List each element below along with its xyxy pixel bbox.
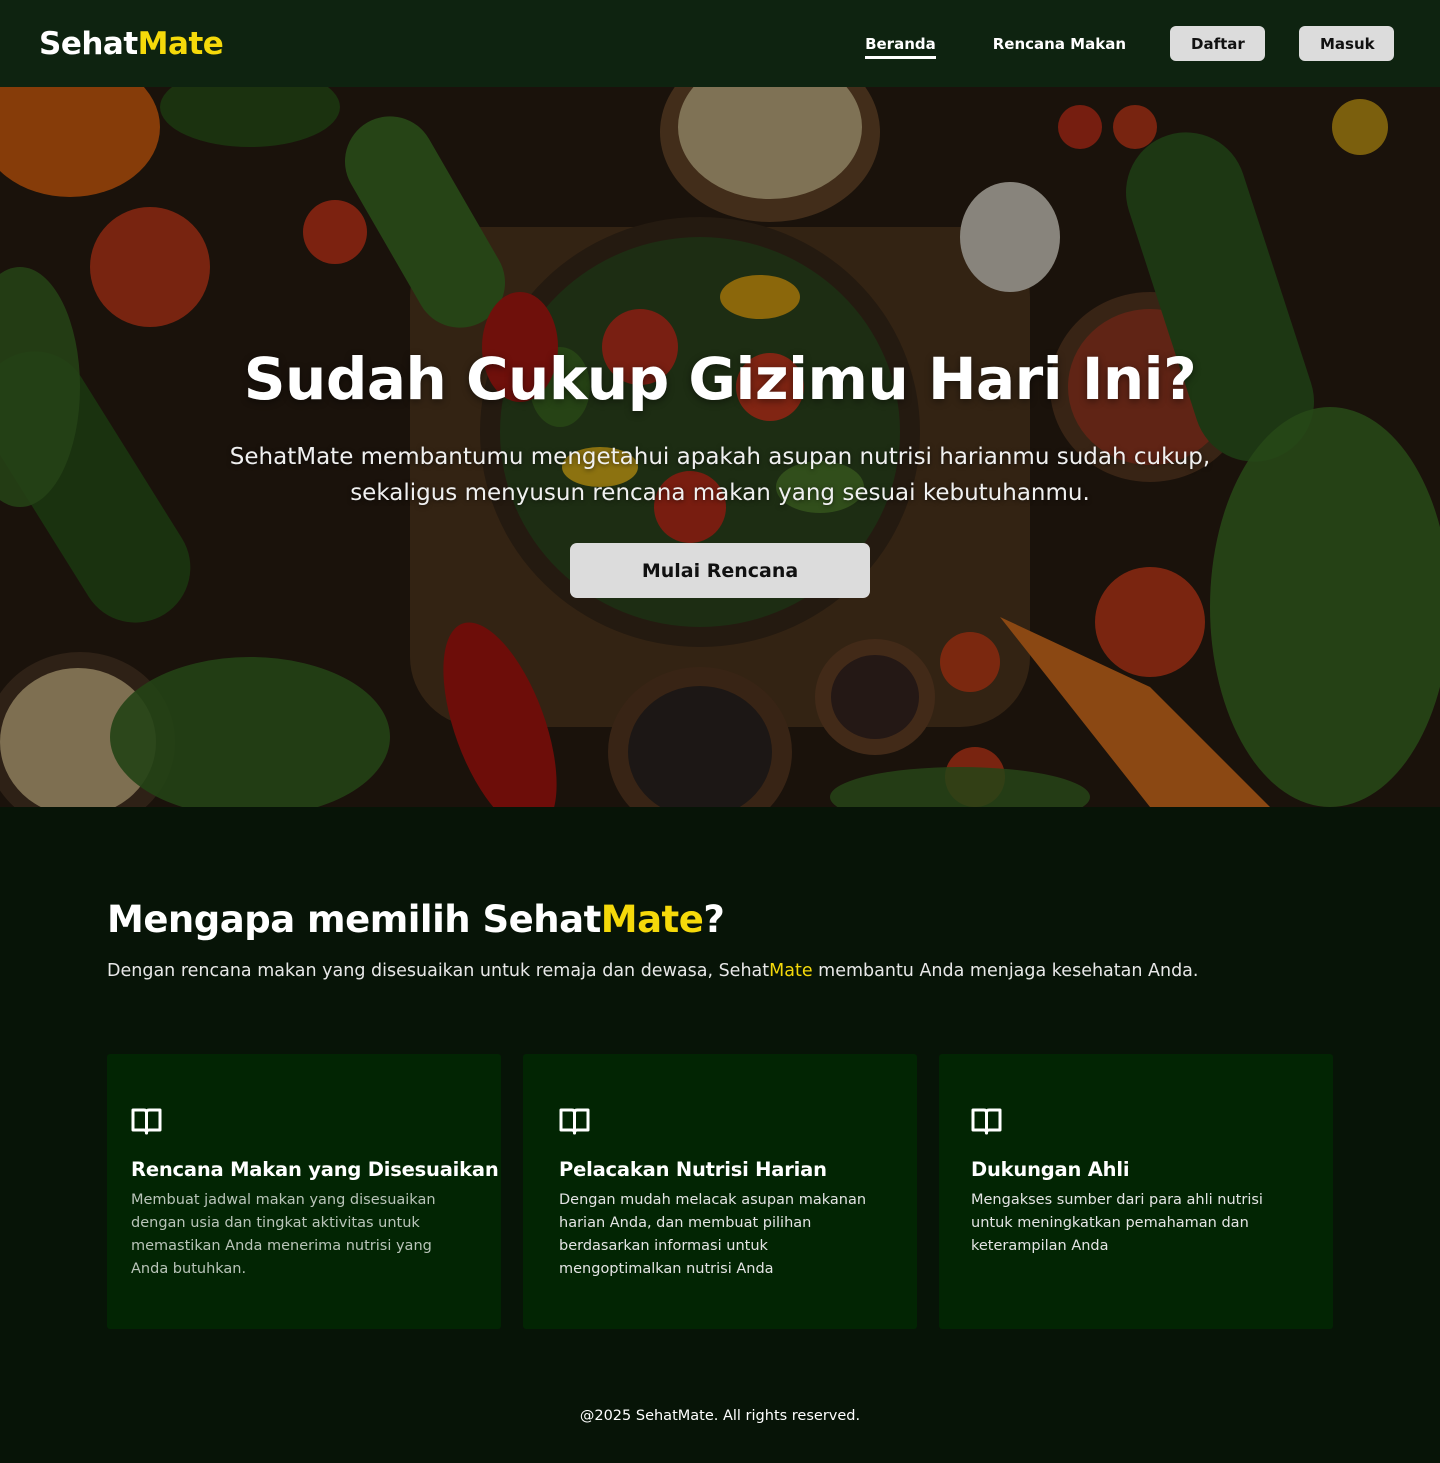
- features-desc-accent: Mate: [769, 961, 813, 981]
- hero-section: Sudah Cukup Gizimu Hari Ini? SehatMate m…: [0, 87, 1440, 807]
- hero-content: Sudah Cukup Gizimu Hari Ini? SehatMate m…: [0, 87, 1440, 807]
- navbar: SehatMate Beranda Rencana Makan Daftar M…: [0, 0, 1440, 87]
- feature-card-meal-plan: Rencana Makan yang Disesuaikan Membuat j…: [107, 1054, 501, 1329]
- book-icon: [559, 1108, 590, 1135]
- login-button[interactable]: Masuk: [1299, 26, 1394, 61]
- feature-card-text: Mengakses sumber dari para ahli nutrisi …: [971, 1192, 1263, 1254]
- features-title-suffix: ?: [703, 898, 725, 941]
- feature-card-title: Dukungan Ahli: [971, 1158, 1130, 1181]
- feature-card-expert-support: Dukungan Ahli Mengakses sumber dari para…: [939, 1054, 1333, 1329]
- feature-card-nutrition-tracking: Pelacakan Nutrisi Harian Dengan mudah me…: [523, 1054, 917, 1329]
- feature-card-text: Membuat jadwal makan yang disesuaikan de…: [131, 1192, 436, 1277]
- hero-subtitle: SehatMate membantumu mengetahui apakah a…: [229, 444, 1211, 506]
- feature-card-title: Pelacakan Nutrisi Harian: [559, 1158, 827, 1181]
- features-desc-suffix: membantu Anda menjaga kesehatan Anda.: [812, 961, 1199, 981]
- start-plan-button[interactable]: Mulai Rencana: [570, 543, 870, 598]
- features-desc-prefix: Dengan rencana makan yang disesuaikan un…: [107, 961, 770, 981]
- nav-link-rencana-makan[interactable]: Rencana Makan: [993, 29, 1126, 59]
- brand-name-part1: Sehat: [39, 25, 138, 62]
- footer: @2025 SehatMate. All rights reserved.: [0, 1408, 1440, 1424]
- book-icon: [131, 1108, 162, 1135]
- book-icon: [971, 1108, 1002, 1135]
- nav-link-beranda[interactable]: Beranda: [865, 29, 936, 59]
- nav-menu: Beranda Rencana Makan Daftar Masuk: [865, 26, 1394, 61]
- footer-copyright: @2025 SehatMate. All rights reserved.: [579, 1408, 861, 1424]
- feature-card-title: Rencana Makan yang Disesuaikan: [131, 1158, 499, 1181]
- features-description: Dengan rencana makan yang disesuaikan un…: [107, 961, 1198, 981]
- feature-card-text: Dengan mudah melacak asupan makanan hari…: [559, 1192, 867, 1277]
- brand-logo[interactable]: SehatMate: [39, 25, 224, 62]
- register-button[interactable]: Daftar: [1170, 26, 1265, 61]
- feature-cards: Rencana Makan yang Disesuaikan Membuat j…: [107, 1054, 1333, 1329]
- features-title: Mengapa memilih SehatMate?: [107, 898, 725, 941]
- features-title-accent: Mate: [600, 898, 704, 941]
- hero-title: Sudah Cukup Gizimu Hari Ini?: [243, 345, 1197, 413]
- brand-name-part2: Mate: [137, 25, 224, 62]
- features-title-prefix: Mengapa memilih Sehat: [107, 898, 601, 941]
